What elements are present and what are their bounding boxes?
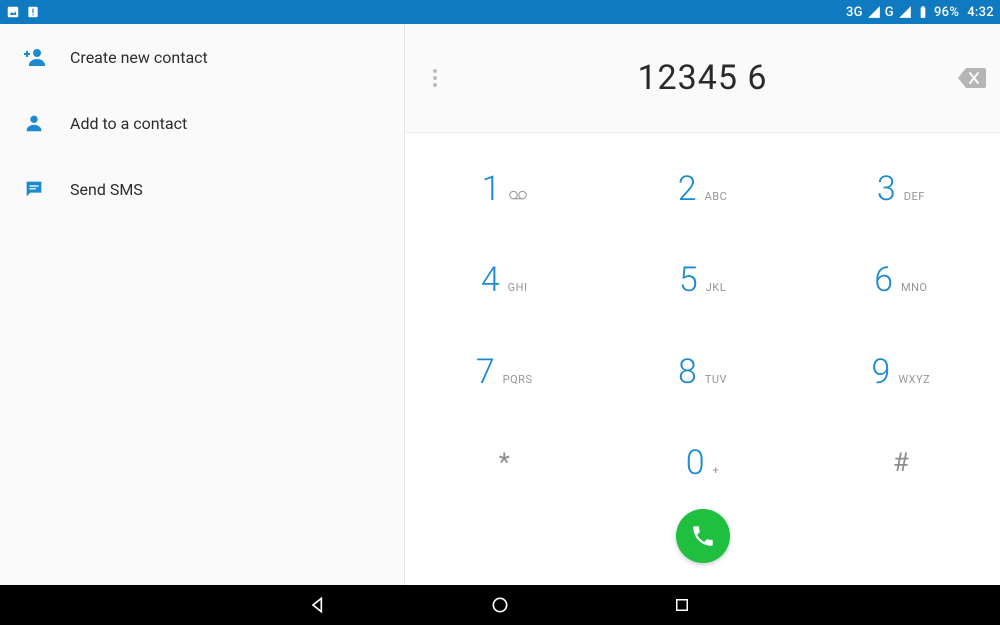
number-display-row: 12345 6 <box>405 24 1000 133</box>
keypad-key-1[interactable]: 1 <box>405 143 603 235</box>
network-1-label: 3G <box>846 5 863 20</box>
key-digit: 5 <box>679 260 698 300</box>
message-icon <box>20 178 48 200</box>
send-sms-item[interactable]: Send SMS <box>0 156 404 222</box>
warning-icon <box>26 5 40 19</box>
add-to-contact-label: Add to a contact <box>70 114 187 133</box>
key-digit: 3 <box>877 169 896 209</box>
gallery-icon <box>6 5 20 19</box>
key-letters: + <box>713 464 720 477</box>
key-letters: TUV <box>705 373 727 386</box>
status-bar: 3G G 96% 4:32 <box>0 0 1000 24</box>
key-letters: DEF <box>904 190 925 203</box>
key-digit: 7 <box>476 352 495 392</box>
key-digit: 9 <box>871 352 890 392</box>
key-letters: JKL <box>706 281 726 294</box>
voicemail-icon <box>509 190 527 200</box>
more-options-button[interactable] <box>423 66 447 90</box>
keypad: 12ABC3DEF4GHI5JKL6MNO7PQRS8TUV9WXYZ*0+# <box>405 133 1000 585</box>
keypad-key-0[interactable]: 0+ <box>603 418 801 510</box>
key-digit: 8 <box>678 352 697 392</box>
key-digit: 0 <box>686 443 705 483</box>
key-digit: 4 <box>481 260 500 300</box>
keypad-key-9[interactable]: 9 WXYZ <box>802 326 1000 418</box>
keypad-key-7[interactable]: 7 PQRS <box>405 326 603 418</box>
keypad-key-2[interactable]: 2 ABC <box>603 143 801 235</box>
key-letters: GHI <box>508 281 528 294</box>
recent-apps-button[interactable] <box>671 594 693 616</box>
keypad-key-8[interactable]: 8 TUV <box>603 326 801 418</box>
add-to-contact-item[interactable]: Add to a contact <box>0 90 404 156</box>
keypad-key-#[interactable]: # <box>802 418 1000 510</box>
dialed-number: 12345 6 <box>405 58 1000 98</box>
key-digit: 1 <box>482 169 501 209</box>
key-letters: PQRS <box>503 373 533 386</box>
signal-2-icon <box>898 5 912 19</box>
network-2-label: G <box>885 5 894 20</box>
keypad-key-6[interactable]: 6 MNO <box>802 235 1000 327</box>
key-digit: * <box>499 448 510 478</box>
send-sms-label: Send SMS <box>70 180 143 199</box>
keypad-key-5[interactable]: 5 JKL <box>603 235 801 327</box>
person-icon <box>20 112 48 134</box>
backspace-button[interactable] <box>958 68 986 88</box>
key-digit: 6 <box>874 260 893 300</box>
keypad-key-*[interactable]: * <box>405 418 603 510</box>
navigation-bar <box>0 585 1000 625</box>
person-plus-icon <box>20 45 48 69</box>
keypad-key-3[interactable]: 3 DEF <box>802 143 1000 235</box>
key-letters: MNO <box>901 281 928 294</box>
call-button[interactable] <box>676 509 730 563</box>
create-new-contact-item[interactable]: Create new contact <box>0 24 404 90</box>
back-button[interactable] <box>307 594 329 616</box>
key-digit: # <box>893 448 909 478</box>
signal-1-icon <box>867 5 881 19</box>
battery-percent: 96% <box>934 5 959 20</box>
contact-actions-pane: Create new contact Add to a contact Send… <box>0 24 405 585</box>
create-new-contact-label: Create new contact <box>70 48 208 67</box>
home-button[interactable] <box>489 594 511 616</box>
key-digit: 2 <box>678 169 697 209</box>
keypad-key-4[interactable]: 4 GHI <box>405 235 603 327</box>
key-letters: ABC <box>705 190 728 203</box>
key-letters: WXYZ <box>898 373 930 386</box>
dialer-pane: 12345 6 1 2 ABC 3 DEF 4 GHI 5 JKL 6 MNO 7 PQRS 8 TUV 9W… <box>405 24 1000 585</box>
battery-icon <box>916 5 930 19</box>
status-time: 4:32 <box>967 5 994 20</box>
